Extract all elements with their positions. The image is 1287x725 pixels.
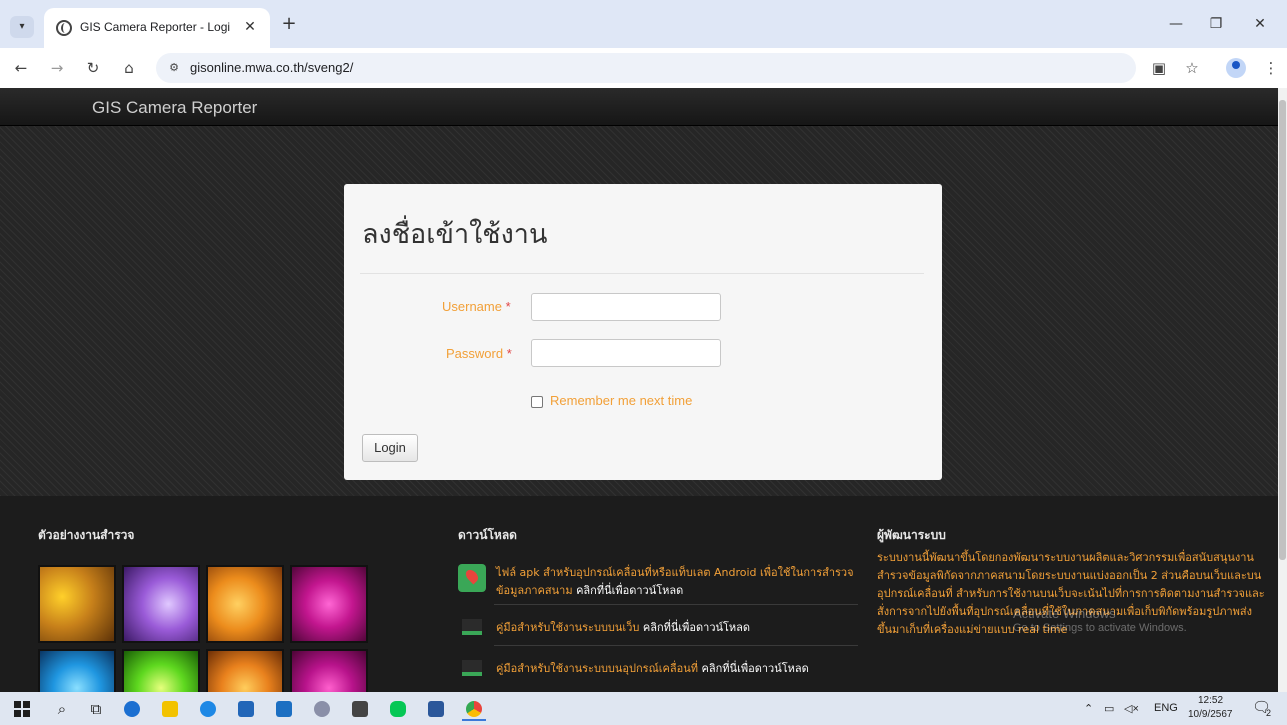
page-scrollbar[interactable] [1278,88,1287,692]
tab-title: GIS Camera Reporter - Login Si [80,20,230,34]
profile-icon[interactable] [1226,58,1246,78]
survey-thumbnail[interactable] [206,649,284,692]
download-item-apk: ไฟล์ apk สำหรับอุปกรณ์เคลื่อนที่หรือแท็บ… [458,564,858,604]
app-icon[interactable] [310,697,334,721]
edge-legacy-icon[interactable] [120,697,144,721]
password-field[interactable] [531,339,721,367]
minimize-button[interactable]: — [1156,10,1196,38]
menu-dots-icon[interactable]: ⋮ [1260,57,1282,79]
language-indicator[interactable]: ENG [1154,702,1178,714]
browser-toolbar: ← → ↻ ⌂ ⚙ gisonline.mwa.co.th/sveng2/ ▣ … [0,48,1287,88]
survey-thumbnail[interactable] [38,565,116,643]
survey-thumbnail[interactable] [206,565,284,643]
survey-thumbnail[interactable] [122,649,200,692]
site-header: GIS Camera Reporter [0,88,1278,126]
divider [360,273,924,274]
manual-icon [462,619,482,635]
favicon-icon [56,20,72,36]
clock-date[interactable]: 10/9/2567 [1188,709,1233,720]
notification-count: 2 [1266,708,1272,718]
developer-heading: ผู้พัฒนาระบบ [877,528,946,542]
star-icon[interactable]: ☆ [1181,57,1203,79]
task-view-icon[interactable]: ⧉ [84,697,108,721]
taskbar: ⌕ ⧉ ⌃ ▭ ◁× ENG 12:52 10/9/2567 🗨 2 [0,692,1287,725]
search-icon[interactable]: ⌕ [50,697,74,721]
reload-icon[interactable]: ↻ [82,57,104,79]
login-panel: ลงชื่อเข้าใช้งาน Username * Password * R… [344,184,942,480]
download-link[interactable]: คลิกที่นี่เพื่อดาวน์โหลด [576,584,683,597]
url-text[interactable]: gisonline.mwa.co.th/sveng2/ [190,60,353,75]
download-item-mobile-manual: คู่มือสำหรับใช้งานระบบบนอุปกรณ์เคลื่อนที… [458,660,858,692]
calculator-icon[interactable] [348,697,372,721]
translate-icon[interactable]: ▣ [1148,57,1170,79]
login-button[interactable]: Login [362,434,418,462]
divider [494,645,858,646]
web-page: GIS Camera Reporter ลงชื่อเข้าใช้งาน Use… [0,88,1278,692]
survey-thumbnail[interactable] [290,649,368,692]
restore-button[interactable]: ❐ [1196,10,1236,38]
divider [494,604,858,605]
download-text: ไฟล์ apk สำหรับอุปกรณ์เคลื่อนที่หรือแท็บ… [496,566,854,597]
tab-search-icon[interactable]: ▾ [10,16,34,38]
survey-thumbnail[interactable] [122,565,200,643]
edge-icon[interactable] [196,697,220,721]
network-icon[interactable]: ▭ [1104,702,1114,715]
download-text: คู่มือสำหรับใช้งานระบบบนอุปกรณ์เคลื่อนที… [496,662,809,675]
close-window-button[interactable]: ✕ [1240,10,1280,38]
password-label: Password * [446,346,512,361]
browser-tab[interactable]: GIS Camera Reporter - Login Si ✕ [44,8,270,48]
survey-gallery [38,565,368,692]
mail-icon[interactable] [272,697,296,721]
file-explorer-icon[interactable] [158,697,182,721]
remember-label[interactable]: Remember me next time [550,393,692,408]
download-heading: ดาวน์โหลด [458,528,517,542]
store-icon[interactable] [234,697,258,721]
tray-overflow-icon[interactable]: ⌃ [1084,702,1093,715]
address-bar[interactable]: ⚙ gisonline.mwa.co.th/sveng2/ [156,53,1136,83]
word-icon[interactable] [424,697,448,721]
login-title: ลงชื่อเข้าใช้งาน [362,219,548,250]
download-link[interactable]: คลิกที่นี่เพื่อดาวน์โหลด [643,621,750,634]
chrome-icon[interactable] [462,697,486,721]
download-item-web-manual: คู่มือสำหรับใช้งานระบบบนเว็บ คลิกที่นี่เ… [458,619,858,639]
browser-tab-bar: ▾ GIS Camera Reporter - Login Si ✕ + — ❐… [0,0,1287,48]
scrollbar-thumb[interactable] [1279,100,1286,560]
activation-watermark: Go to Settings to activate Windows. [1013,622,1187,634]
clock-time[interactable]: 12:52 [1198,695,1223,706]
windows-start-icon[interactable] [10,697,34,721]
survey-thumbnail[interactable] [38,649,116,692]
forward-icon[interactable]: → [46,57,68,79]
activation-watermark-title: Activate Windows [1013,606,1116,621]
site-settings-icon[interactable]: ⚙ [166,60,182,76]
survey-thumbnail[interactable] [290,565,368,643]
download-link[interactable]: คลิกที่นี่เพื่อดาวน์โหลด [702,662,809,675]
tab-close-icon[interactable]: ✕ [240,17,260,37]
username-field[interactable] [531,293,721,321]
survey-heading: ตัวอย่างงานสำรวจ [38,528,135,542]
home-icon[interactable]: ⌂ [118,57,140,79]
site-brand[interactable]: GIS Camera Reporter [92,98,257,118]
line-icon[interactable] [386,697,410,721]
download-text: คู่มือสำหรับใช้งานระบบบนเว็บ คลิกที่นี่เ… [496,621,751,634]
volume-icon[interactable]: ◁× [1124,702,1139,715]
remember-checkbox[interactable] [531,396,543,408]
manual-icon [462,660,482,676]
new-tab-button[interactable]: + [278,14,300,36]
footer: ตัวอย่างงานสำรวจ ดาวน์โหลด ไฟล์ apk สำหร… [0,496,1278,692]
username-label: Username * [442,299,511,314]
map-pin-icon [458,564,486,592]
back-icon[interactable]: ← [10,57,32,79]
hero-section: ลงชื่อเข้าใช้งาน Username * Password * R… [0,126,1278,496]
